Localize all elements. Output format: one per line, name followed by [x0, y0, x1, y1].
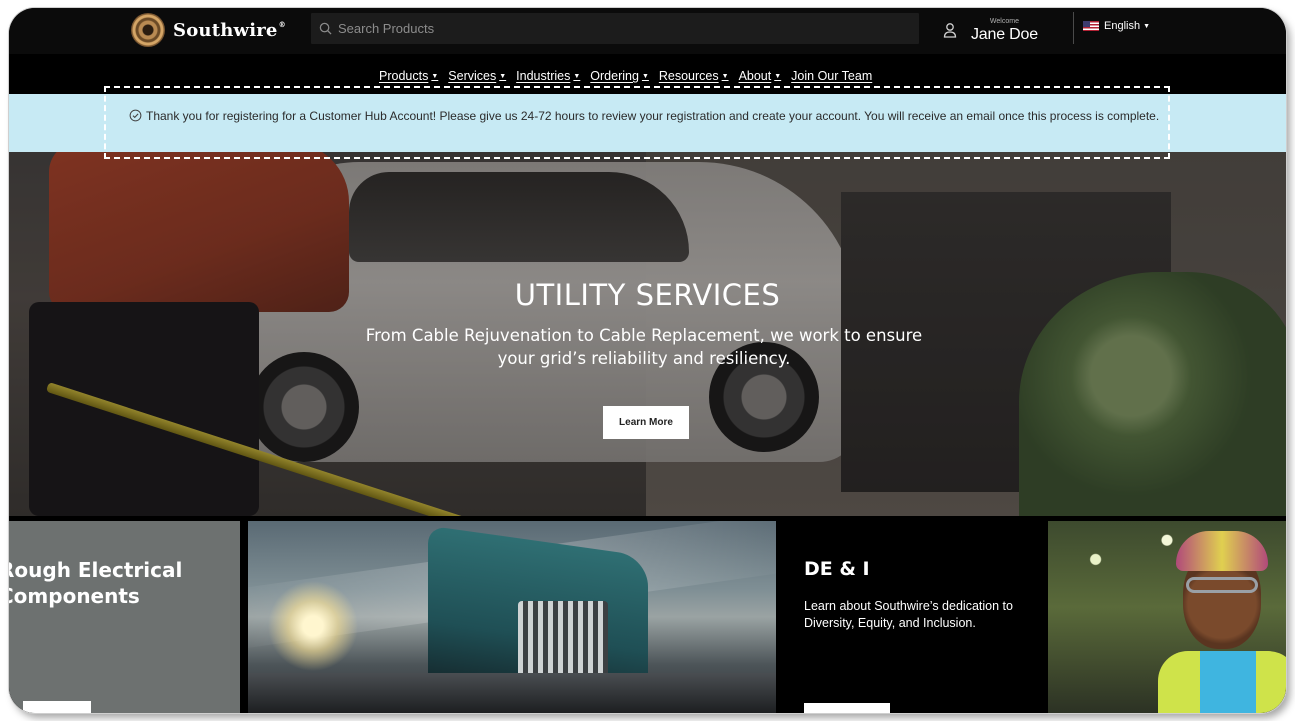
- card-dei-photo: [1048, 521, 1286, 713]
- logo-text: Southwire®: [173, 19, 286, 41]
- nav-item-join-our-team[interactable]: Join Our Team: [791, 69, 872, 83]
- dei-button[interactable]: [804, 703, 890, 713]
- hero-subtitle: From Cable Rejuvenation to Cable Replace…: [365, 326, 923, 368]
- nav-item-resources[interactable]: Resources ▼: [659, 69, 729, 83]
- top-bar: Southwire® Welcome Jane Doe English ▼: [9, 8, 1286, 54]
- card-title: Rough Electrical Components: [9, 558, 183, 608]
- caret-down-icon: ▼: [641, 72, 649, 80]
- nav-item-services[interactable]: Services ▼: [448, 69, 506, 83]
- photo-glasses: [1186, 577, 1258, 593]
- learn-more-button[interactable]: Learn More: [603, 406, 689, 439]
- card-rough-electrical[interactable]: Rough Electrical Components: [9, 521, 240, 713]
- hero-section: UTILITY SERVICES From Cable Rejuvenation…: [9, 152, 1286, 516]
- caret-down-icon: ▼: [721, 72, 729, 80]
- nav-item-ordering[interactable]: Ordering ▼: [590, 69, 649, 83]
- southwire-logo[interactable]: Southwire®: [131, 12, 286, 48]
- search-bar[interactable]: [311, 13, 919, 44]
- photo-vest: [1158, 651, 1286, 713]
- hero-title: UTILITY SERVICES: [514, 278, 781, 312]
- us-flag-icon: [1083, 21, 1099, 31]
- dei-text: Learn about Southwire’s dedication to Di…: [804, 599, 1013, 630]
- browser-frame: Southwire® Welcome Jane Doe English ▼ Pr…: [9, 8, 1286, 713]
- welcome-block: Welcome Jane Doe: [971, 18, 1038, 43]
- user-icon: [943, 23, 957, 38]
- search-icon: [319, 22, 332, 35]
- caret-down-icon: ▼: [431, 72, 439, 80]
- feature-cards: Rough Electrical Components DE & I Learn …: [9, 516, 1286, 713]
- caret-down-icon: ▼: [1143, 22, 1151, 30]
- card-button[interactable]: [23, 701, 91, 713]
- nav-item-products[interactable]: Products ▼: [379, 69, 438, 83]
- card-dei[interactable]: DE & I Learn about Southwire’s dedicatio…: [784, 521, 1048, 713]
- banner-message: Thank you for registering for a Customer…: [129, 108, 1169, 125]
- registration-banner: Thank you for registering for a Customer…: [9, 94, 1286, 152]
- language-selector[interactable]: English ▼: [1083, 20, 1150, 32]
- main-nav: Products ▼ Services ▼ Industries ▼ Ordering…: [9, 54, 1286, 94]
- welcome-label: Welcome: [989, 17, 1019, 25]
- caret-down-icon: ▼: [774, 72, 782, 80]
- card-truck-image[interactable]: [248, 521, 776, 713]
- user-name: Jane Doe: [971, 25, 1038, 43]
- nav-item-industries[interactable]: Industries ▼: [516, 69, 580, 83]
- caret-down-icon: ▼: [499, 72, 507, 80]
- truck-glow: [268, 581, 358, 671]
- nav-item-about[interactable]: About ▼: [739, 69, 782, 83]
- language-label: English: [1104, 20, 1141, 32]
- user-account[interactable]: Welcome Jane Doe: [943, 13, 1038, 47]
- photo-headwrap: [1176, 531, 1268, 571]
- caret-down-icon: ▼: [573, 72, 581, 80]
- search-input[interactable]: [338, 21, 898, 36]
- dei-title: DE & I: [804, 558, 870, 580]
- check-circle-icon: [129, 109, 142, 122]
- southwire-logo-icon: [131, 13, 165, 47]
- truck-road: [248, 673, 776, 713]
- header-divider: [1073, 12, 1074, 44]
